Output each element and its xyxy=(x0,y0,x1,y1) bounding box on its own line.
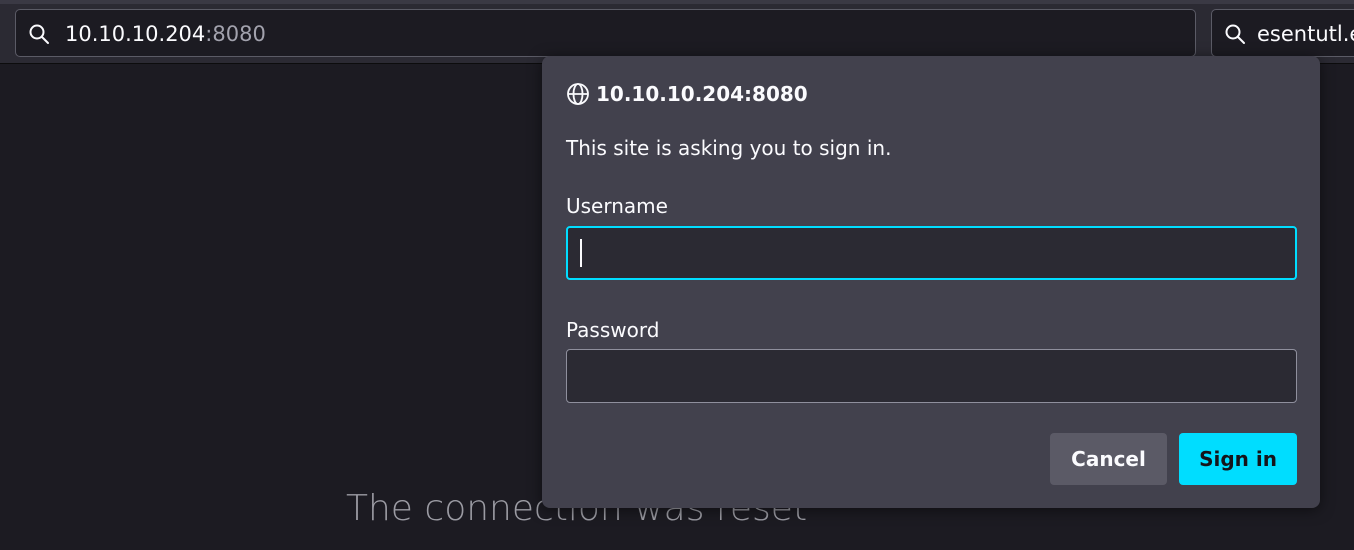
username-label: Username xyxy=(566,194,668,218)
origin-label: 10.10.10.204:8080 xyxy=(596,82,808,106)
search-icon xyxy=(27,22,51,46)
username-field[interactable] xyxy=(566,226,1297,280)
search-icon xyxy=(1223,22,1247,46)
url-host: 10.10.10.204 xyxy=(65,22,206,46)
url-text[interactable]: 10.10.10.204:8080 xyxy=(65,20,266,48)
search-text[interactable]: esentutl.e xyxy=(1257,20,1354,48)
dialog-message: This site is asking you to sign in. xyxy=(566,136,892,160)
search-bar[interactable]: esentutl.e xyxy=(1211,9,1354,57)
cancel-button[interactable]: Cancel xyxy=(1050,433,1167,485)
dialog-origin: 10.10.10.204:8080 xyxy=(566,80,808,108)
tab-strip-edge xyxy=(0,0,1354,4)
text-caret xyxy=(580,239,582,267)
sign-in-button[interactable]: Sign in xyxy=(1179,433,1297,485)
browser-toolbar: 10.10.10.204:8080 esentutl.e xyxy=(0,0,1354,64)
password-field[interactable] xyxy=(566,349,1297,403)
globe-icon xyxy=(567,83,589,105)
url-port: :8080 xyxy=(205,22,266,46)
url-bar[interactable]: 10.10.10.204:8080 xyxy=(15,9,1196,57)
auth-dialog: 10.10.10.204:8080 This site is asking yo… xyxy=(542,56,1320,508)
password-label: Password xyxy=(566,318,660,342)
